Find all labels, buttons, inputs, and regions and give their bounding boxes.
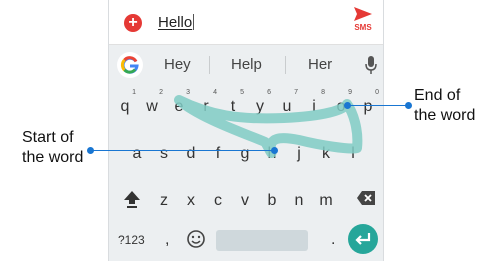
key-m[interactable]: m bbox=[313, 183, 339, 215]
key-c[interactable]: c bbox=[205, 183, 231, 215]
send-label: SMS bbox=[354, 23, 372, 32]
keyboard: 1q 2w 3e 4r 5t 6y 7u 8i 9o 0p a s d f g … bbox=[109, 87, 383, 261]
send-icon bbox=[354, 7, 372, 21]
key-x[interactable]: x bbox=[178, 183, 204, 215]
enter-button[interactable] bbox=[348, 224, 378, 254]
backspace-icon[interactable] bbox=[356, 190, 376, 206]
phone-screen: + Hello SMS Hey Help Her 1 q 2 w 3 e 4 r… bbox=[108, 0, 384, 261]
key-e[interactable]: 3e bbox=[166, 89, 192, 121]
key-n[interactable]: n bbox=[286, 183, 312, 215]
key-j[interactable]: j bbox=[286, 136, 312, 168]
key-r[interactable]: 4r bbox=[193, 89, 219, 121]
key-b[interactable]: b bbox=[259, 183, 285, 215]
spacebar[interactable] bbox=[216, 230, 308, 251]
enter-return-icon bbox=[355, 233, 371, 245]
start-point-dot bbox=[271, 147, 278, 154]
suggestion-3[interactable]: Her bbox=[308, 56, 332, 73]
period-key[interactable]: . bbox=[331, 231, 335, 249]
key-g[interactable]: g bbox=[232, 136, 258, 168]
start-callout-text: Start of the word bbox=[22, 129, 84, 166]
message-text: Hello bbox=[158, 14, 193, 31]
suggestion-2[interactable]: Help bbox=[231, 56, 262, 73]
plus-circle-icon[interactable]: + bbox=[124, 14, 142, 32]
key-t[interactable]: 5t bbox=[220, 89, 246, 121]
key-v[interactable]: v bbox=[232, 183, 258, 215]
key-i[interactable]: 8i bbox=[301, 89, 327, 121]
key-y[interactable]: 6y bbox=[247, 89, 273, 121]
text-caret bbox=[193, 14, 195, 30]
suggestion-strip: Hey Help Her bbox=[109, 44, 383, 87]
suggestion-1[interactable]: Hey bbox=[164, 56, 191, 73]
divider bbox=[285, 56, 286, 74]
compose-bar: + Hello SMS bbox=[109, 0, 383, 45]
start-callout-line bbox=[91, 150, 274, 151]
key-w[interactable]: 2w bbox=[139, 89, 165, 121]
key-a[interactable]: a bbox=[124, 136, 150, 168]
microphone-icon[interactable] bbox=[365, 55, 377, 75]
shift-arrow-icon[interactable] bbox=[123, 190, 141, 208]
message-input[interactable]: Hello bbox=[158, 14, 195, 31]
send-button[interactable]: SMS bbox=[349, 6, 377, 40]
key-d[interactable]: d bbox=[178, 136, 204, 168]
emoji-smiley-icon[interactable] bbox=[186, 229, 206, 249]
google-g-icon[interactable] bbox=[117, 52, 143, 78]
key-k[interactable]: k bbox=[313, 136, 339, 168]
key-u[interactable]: 7u bbox=[274, 89, 300, 121]
divider bbox=[209, 56, 210, 74]
end-callout-dot bbox=[405, 102, 412, 109]
comma-key[interactable]: , bbox=[165, 231, 169, 249]
key-f[interactable]: f bbox=[205, 136, 231, 168]
key-q[interactable]: 1q bbox=[112, 89, 138, 121]
end-callout-line bbox=[348, 105, 408, 106]
symbols-key[interactable]: ?123 bbox=[118, 233, 145, 247]
key-z[interactable]: z bbox=[151, 183, 177, 215]
end-callout-text: End of the word bbox=[414, 87, 476, 124]
key-l[interactable]: l bbox=[340, 136, 366, 168]
key-s[interactable]: s bbox=[151, 136, 177, 168]
